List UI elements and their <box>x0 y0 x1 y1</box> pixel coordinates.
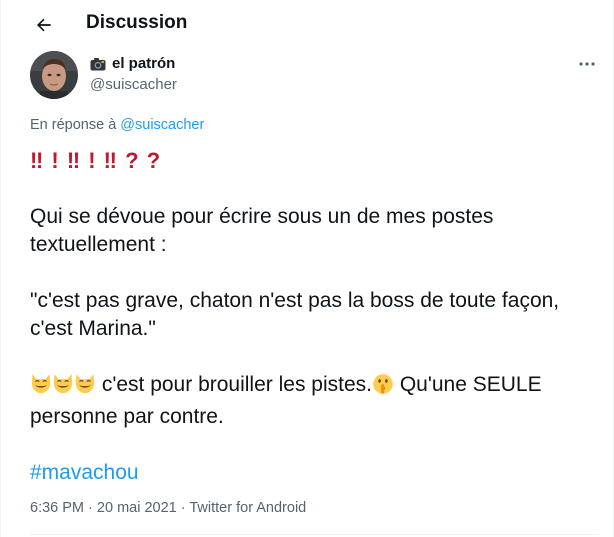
exclamation-line: ‼ ! ‼ ! ‼ ? ? <box>30 148 162 173</box>
tweet-time[interactable]: 6:36 PM <box>30 500 84 516</box>
avatar[interactable] <box>30 51 78 99</box>
author-name-row[interactable]: el patrón <box>90 55 175 72</box>
grinning-cat-icon <box>52 373 74 404</box>
tweet-paragraph-1: Qui se dévoue pour écrire sous un de mes… <box>30 204 494 257</box>
tweet-paragraph-2: "c'est pas grave, chaton n'est pas la bo… <box>30 288 560 341</box>
more-options-button[interactable] <box>576 54 598 74</box>
tweet-date[interactable]: 20 mai 2021 <box>97 500 177 516</box>
author-handle[interactable]: @suiscacher <box>90 76 177 93</box>
tweet-paragraph-3: c'est pour brouiller les pistes. Qu'une … <box>30 371 600 432</box>
author-display-name: el patrón <box>112 55 176 72</box>
grinning-cat-icon <box>30 373 52 404</box>
tweet-paragraph-3-text-a: c'est pour brouiller les pistes. <box>101 372 372 396</box>
replying-to-line: En réponse à @suiscacher <box>30 117 204 133</box>
back-button[interactable] <box>29 10 59 40</box>
top-bar: Discussion <box>1 0 613 48</box>
divider <box>30 534 599 535</box>
reply-prefix: En réponse à <box>30 117 117 133</box>
shushing-face-icon <box>372 373 394 404</box>
tweet-metadata: 6:36 PM · 20 mai 2021 · Twitter for Andr… <box>30 500 306 516</box>
tweet-source-app[interactable]: Twitter for Android <box>189 500 306 516</box>
more-dots-icon <box>579 62 595 66</box>
hashtag-link[interactable]: #mavachou <box>30 459 600 488</box>
arrow-left-icon <box>36 18 51 32</box>
reply-target-link[interactable]: @suiscacher <box>120 117 204 133</box>
meta-separator: · <box>88 500 93 516</box>
tweet-detail-page: Discussion el patrón @suiscacher En répo… <box>0 0 614 537</box>
page-title: Discussion <box>86 12 188 33</box>
grinning-cat-icon <box>74 373 96 404</box>
tweet-body: ‼ ! ‼ ! ‼ ? ? Qui se dévoue pour écrire … <box>30 147 600 487</box>
meta-separator: · <box>180 500 186 516</box>
camera-with-flash-icon <box>90 57 106 71</box>
